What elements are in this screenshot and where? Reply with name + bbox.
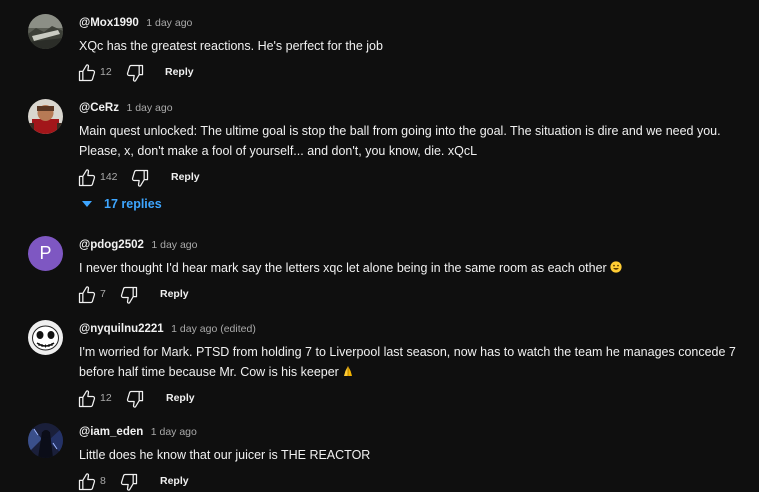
comment-text: XQc has the greatest reactions. He's per… bbox=[79, 39, 383, 53]
avatar-dark-figure-icon bbox=[28, 423, 63, 458]
like-count: 12 bbox=[100, 392, 112, 404]
comment-text: I never thought I'd hear mark say the le… bbox=[79, 258, 753, 278]
avatar-character-icon bbox=[28, 99, 63, 134]
comment-timestamp[interactable]: 1 day ago (edited) bbox=[171, 323, 256, 335]
comment-timestamp[interactable]: 1 day ago bbox=[146, 17, 192, 29]
comment-header: @pdog2502 1 day ago bbox=[79, 236, 753, 252]
thumb-up-icon[interactable] bbox=[77, 63, 97, 83]
reply-button[interactable]: Reply bbox=[160, 288, 189, 300]
author-name[interactable]: @Mox1990 bbox=[79, 17, 139, 29]
comment-timestamp[interactable]: 1 day ago bbox=[151, 426, 197, 438]
comment-header: @CeRz 1 day ago bbox=[79, 99, 753, 115]
comment-text: I'm worried for Mark. PTSD from holding … bbox=[79, 342, 753, 382]
comment-body: @iam_eden 1 day ago Little does he know … bbox=[79, 423, 753, 492]
comment-body: @CeRz 1 day ago Main quest unlocked: The… bbox=[79, 99, 753, 188]
like-count: 142 bbox=[100, 171, 118, 183]
thumb-up-icon[interactable] bbox=[77, 168, 97, 188]
avatar[interactable] bbox=[28, 99, 63, 134]
comment-text-content: I'm worried for Mark. PTSD from holding … bbox=[79, 345, 736, 379]
comment-text: Main quest unlocked: The ultime goal is … bbox=[79, 124, 721, 158]
reply-button[interactable]: Reply bbox=[166, 392, 195, 404]
comment-body: @pdog2502 1 day ago I never thought I'd … bbox=[79, 236, 753, 305]
thumb-down-icon[interactable] bbox=[130, 168, 150, 188]
replies-count: 17 replies bbox=[104, 197, 162, 211]
reply-button[interactable]: Reply bbox=[171, 171, 200, 183]
view-replies-button[interactable]: 17 replies bbox=[82, 195, 162, 213]
comment-header: @iam_eden 1 day ago bbox=[79, 423, 753, 439]
comment-timestamp[interactable]: 1 day ago bbox=[126, 102, 172, 114]
caret-down-icon bbox=[82, 200, 92, 207]
comment-text-content: I never thought I'd hear mark say the le… bbox=[79, 261, 607, 275]
like-count: 8 bbox=[100, 475, 106, 487]
avatar-landscape-icon bbox=[28, 14, 63, 49]
comment-actions: 142 Reply bbox=[79, 168, 753, 188]
like-count: 7 bbox=[100, 288, 106, 300]
comment-actions: 12 Reply bbox=[79, 389, 753, 409]
thumb-up-icon[interactable] bbox=[77, 472, 97, 492]
author-name[interactable]: @iam_eden bbox=[79, 426, 143, 438]
grinning-face-emoji-icon bbox=[610, 261, 622, 273]
thumb-up-icon[interactable] bbox=[77, 285, 97, 305]
avatar[interactable]: P bbox=[28, 236, 63, 271]
author-name[interactable]: @CeRz bbox=[79, 102, 119, 114]
thumb-down-icon[interactable] bbox=[119, 472, 139, 492]
author-name[interactable]: @nyquilnu2221 bbox=[79, 323, 164, 335]
avatar-skull-face-icon bbox=[28, 320, 63, 355]
comment-body: @Mox1990 1 day ago XQc has the greatest … bbox=[79, 14, 753, 83]
comment-header: @nyquilnu2221 1 day ago (edited) bbox=[79, 320, 753, 336]
thumb-down-icon[interactable] bbox=[125, 389, 145, 409]
comment-actions: 7 Reply bbox=[79, 285, 753, 305]
reply-button[interactable]: Reply bbox=[165, 66, 194, 78]
comment-text: Little does he know that our juicer is T… bbox=[79, 448, 371, 462]
folded-hands-emoji-icon bbox=[344, 366, 353, 376]
comment-actions: 12 Reply bbox=[79, 63, 753, 83]
comment-actions: 8 Reply bbox=[79, 472, 753, 492]
thumb-down-icon[interactable] bbox=[125, 63, 145, 83]
avatar[interactable] bbox=[28, 423, 63, 458]
comment-header: @Mox1990 1 day ago bbox=[79, 14, 753, 30]
avatar[interactable] bbox=[28, 320, 63, 355]
reply-button[interactable]: Reply bbox=[160, 475, 189, 487]
thumb-down-icon[interactable] bbox=[119, 285, 139, 305]
thumb-up-icon[interactable] bbox=[77, 389, 97, 409]
avatar[interactable] bbox=[28, 14, 63, 49]
author-name[interactable]: @pdog2502 bbox=[79, 239, 144, 251]
like-count: 12 bbox=[100, 66, 112, 78]
avatar-letter: P bbox=[28, 236, 63, 271]
comment-timestamp[interactable]: 1 day ago bbox=[151, 239, 197, 251]
comment-body: @nyquilnu2221 1 day ago (edited) I'm wor… bbox=[79, 320, 753, 409]
